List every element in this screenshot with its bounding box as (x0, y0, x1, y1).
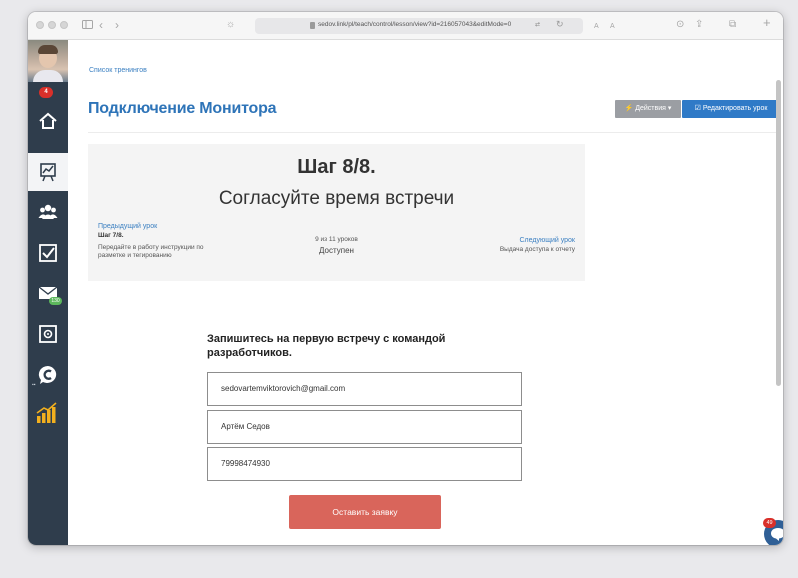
browser-window: ‹ › ☼ sedov.link/pl/teach/control/lesson… (28, 12, 783, 545)
sidebar-toggle-icon[interactable] (82, 17, 93, 33)
next-lesson-link[interactable]: Следующий урок (519, 237, 575, 244)
menu-dots-icon: ▪▪ (32, 382, 36, 388)
sidebar-item-chat[interactable]: ▪▪ (28, 356, 68, 394)
chat-bubble-icon (771, 528, 783, 541)
minimize-window-button[interactable] (48, 21, 56, 29)
sidebar-item-safe[interactable] (28, 315, 68, 353)
notification-badge[interactable]: 4 (39, 87, 53, 98)
edit-lesson-label: Редактировать урок (702, 105, 768, 112)
edit-icon: ☑ (694, 105, 701, 112)
safe-icon (39, 325, 57, 343)
sidebar-item-analytics[interactable] (28, 395, 68, 433)
chat-badge: 49 (763, 518, 776, 528)
mail-badge: 130 (49, 297, 62, 305)
extension-icon[interactable]: ☼ (226, 17, 235, 33)
browser-toolbar: ‹ › ☼ sedov.link/pl/teach/control/lesson… (28, 12, 783, 40)
chart-board-icon (40, 163, 56, 182)
text-size-button[interactable]: A (610, 19, 615, 35)
step-header: Шаг 8/8. Согласуйте время встречи Предыд… (88, 144, 585, 281)
edit-lesson-button[interactable]: ☑ Редактировать урок (682, 100, 780, 118)
submit-button[interactable]: Оставить заявку (289, 495, 441, 529)
forward-icon[interactable]: › (115, 17, 119, 33)
growth-chart-icon (36, 402, 57, 423)
new-tab-icon[interactable]: + (763, 15, 771, 31)
sidebar-item-tasks[interactable] (28, 234, 68, 272)
phone-field[interactable]: 79998474930 (207, 447, 522, 481)
divider (88, 132, 780, 133)
form-heading: Запишитесь на первую встречу с командой … (207, 333, 446, 359)
tab-overview-icon[interactable]: ⧉ (729, 17, 736, 33)
download-icon[interactable]: ⊙ (676, 17, 684, 33)
back-icon[interactable]: ‹ (99, 17, 103, 33)
lesson-count: 9 из 11 уроков (315, 236, 358, 243)
lock-icon (310, 22, 315, 29)
page-title: Подключение Монитора (88, 100, 277, 117)
sidebar: 4 130 ▪▪ (28, 40, 68, 545)
home-icon (39, 112, 57, 129)
sidebar-item-training[interactable] (28, 153, 68, 191)
scrollbar[interactable] (776, 80, 781, 386)
reload-icon[interactable]: ↻ (556, 19, 564, 30)
main-content: Список тренингов Подключение Монитора ⚡ … (68, 40, 783, 545)
sidebar-item-users[interactable] (28, 193, 68, 231)
previous-lesson-link[interactable]: Предыдущий урок (98, 223, 157, 230)
sidebar-item-home[interactable] (28, 102, 68, 140)
address-bar[interactable]: sedov.link/pl/teach/control/lesson/view?… (255, 18, 583, 34)
step-subtitle: Согласуйте время встречи (218, 188, 455, 209)
chat-c-icon (38, 365, 57, 384)
url-text: sedov.link/pl/teach/control/lesson/view?… (318, 21, 512, 28)
name-field[interactable]: Артём Седов (207, 410, 522, 444)
email-field[interactable]: sedovartemviktorovich@gmail.com (207, 372, 522, 406)
sidebar-item-mail[interactable]: 130 (28, 274, 68, 312)
close-window-button[interactable] (36, 21, 44, 29)
avatar[interactable] (28, 40, 68, 82)
share-icon[interactable]: ⇪ (695, 17, 703, 33)
zoom-window-button[interactable] (60, 21, 68, 29)
translate-button[interactable]: A (594, 19, 599, 35)
translate-icon[interactable]: ⇄ (535, 21, 540, 28)
next-lesson-description: Выдача доступа к отчету (499, 246, 575, 253)
actions-dropdown-button[interactable]: ⚡ Действия ▾ (615, 100, 681, 118)
checkbox-icon (39, 244, 57, 262)
breadcrumb[interactable]: Список тренингов (89, 67, 147, 74)
users-icon (38, 204, 58, 219)
step-title: Шаг 8/8. (297, 156, 376, 178)
